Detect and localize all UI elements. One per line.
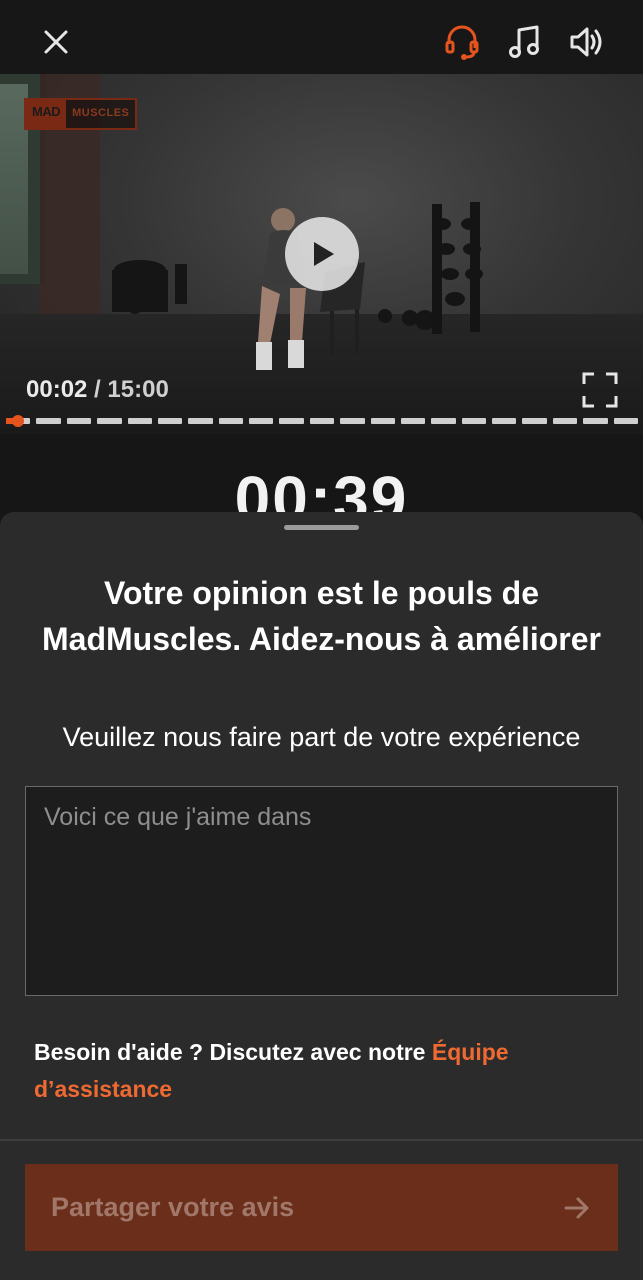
total-time: 15:00: [107, 376, 169, 403]
play-button[interactable]: [285, 217, 359, 291]
progress-segment: [279, 418, 304, 424]
progress-segment: [370, 418, 395, 424]
divider: [0, 1139, 643, 1141]
volume-icon[interactable]: [563, 18, 611, 66]
headset-icon[interactable]: [438, 18, 486, 66]
progress-segment: [522, 418, 547, 424]
progress-segment: [127, 418, 152, 424]
progress-segment: [613, 418, 638, 424]
progress-segment: [492, 418, 517, 424]
help-prefix: Besoin d'aide ? Discutez avec notre: [34, 1039, 432, 1065]
help-text: Besoin d'aide ? Discutez avec notre Équi…: [34, 1034, 614, 1108]
fullscreen-icon[interactable]: [578, 368, 622, 412]
progress-segment: [157, 418, 183, 424]
top-bar: [0, 0, 643, 74]
feedback-input[interactable]: [25, 786, 618, 996]
sheet-title: Votre opinion est le pouls de MadMuscles…: [42, 575, 601, 657]
time-separator: /: [87, 376, 108, 403]
sheet-drag-handle[interactable]: [284, 525, 359, 530]
progress-segment: [309, 418, 335, 424]
progress-scrubber[interactable]: [12, 415, 24, 427]
video-progress-bar[interactable]: [6, 415, 638, 427]
progress-segment: [188, 418, 213, 424]
music-icon[interactable]: [501, 18, 549, 66]
progress-segment: [249, 418, 274, 424]
video-time-readout: 00:02 / 15:00: [26, 376, 169, 404]
progress-segment: [97, 418, 122, 424]
workout-video[interactable]: MAD MUSCLES 00:02 / 15:00: [0, 74, 643, 434]
progress-segment: [340, 418, 365, 424]
progress-segment: [431, 418, 456, 424]
madmuscles-logo: MAD MUSCLES: [24, 98, 138, 130]
share-feedback-label: Partager votre avis: [51, 1192, 295, 1222]
current-time: 00:02: [26, 376, 88, 403]
progress-segment: [400, 418, 426, 424]
sheet-subtitle: Veuillez nous faire part de votre expéri…: [62, 722, 581, 752]
share-feedback-button[interactable]: Partager votre avis: [25, 1164, 618, 1251]
progress-segment: [461, 418, 487, 424]
progress-segment: [552, 418, 578, 424]
progress-segment: [66, 418, 92, 424]
progress-segment: [583, 418, 608, 424]
close-icon[interactable]: [32, 18, 80, 66]
progress-segment: [36, 418, 61, 424]
arrow-right-icon: [564, 1197, 589, 1218]
play-icon: [314, 242, 334, 266]
progress-segment: [218, 418, 244, 424]
feedback-sheet: Votre opinion est le pouls de MadMuscles…: [0, 512, 643, 1280]
